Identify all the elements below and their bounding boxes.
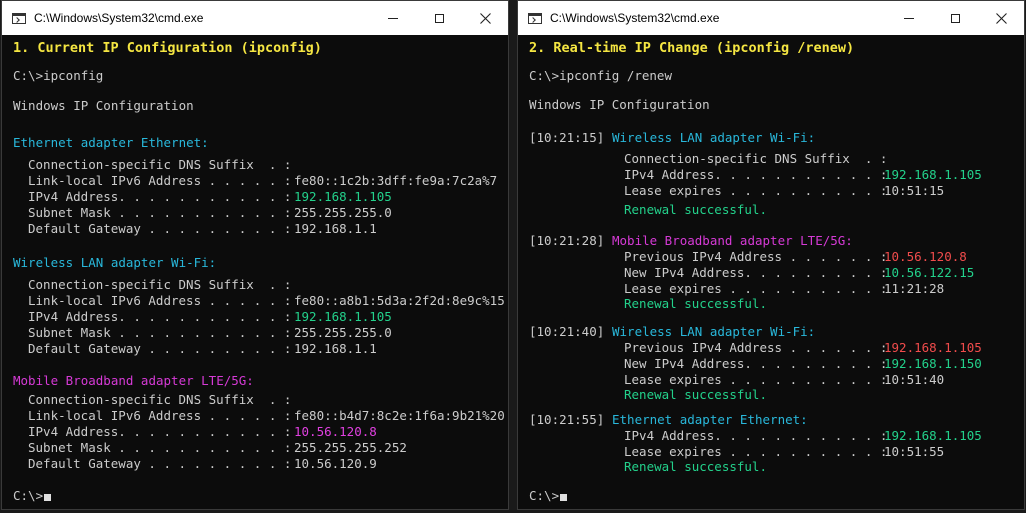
prev-ipv4-value: 10.56.120.8 [884,249,967,264]
command-line: C:\>ipconfig /renew [529,68,672,83]
event-timestamp: [10:21:15] [529,130,605,145]
cmd-window-left[interactable]: C:\Windows\System32\cmd.exe 1. Current I… [1,0,509,510]
command-prompt[interactable]: C:\> [13,488,52,503]
ipv4-label: IPv4 Address. . . . . . . . . . . : [624,167,888,182]
maximize-icon [434,13,444,23]
section-heading: 2. Real-time IP Change (ipconfig /renew) [529,40,855,56]
ipv6-label: Link-local IPv6 Address . . . . . : [28,408,292,423]
cmd-window-right[interactable]: C:\Windows\System32\cmd.exe 2. Real-time… [517,0,1025,510]
ipv4-value: 192.168.1.105 [884,428,982,443]
title-bar[interactable]: C:\Windows\System32\cmd.exe [2,1,508,35]
maximize-button[interactable] [416,1,462,35]
event-timestamp: [10:21:28] [529,233,605,248]
close-button[interactable] [462,1,508,35]
adapter-name: Ethernet adapter Ethernet: [13,135,209,150]
gateway-label: Default Gateway . . . . . . . . . : [28,341,292,356]
dns-suffix-line: Connection-specific DNS Suffix . : [28,392,292,407]
text-cursor [560,494,568,501]
renewal-status: Renewal successful. [624,296,767,311]
lease-value: 11:21:28 [884,281,945,296]
maximize-button[interactable] [932,1,978,35]
window-title: C:\Windows\System32\cmd.exe [34,11,204,25]
adapter-name: Ethernet adapter Ethernet: [612,412,808,427]
mask-value: 255.255.255.0 [294,205,392,220]
adapter-name: Wireless LAN adapter Wi-Fi: [612,324,816,339]
lease-label: Lease expires . . . . . . . . . . : [624,281,888,296]
minimize-icon [388,17,398,19]
text-cursor [44,494,52,501]
cmd-app-icon [12,12,26,24]
ipv4-value: 192.168.1.105 [884,167,982,182]
minimize-button[interactable] [370,1,416,35]
section-heading: 1. Current IP Configuration (ipconfig) [13,40,322,56]
minimize-button[interactable] [886,1,932,35]
console-output[interactable]: 2. Real-time IP Change (ipconfig /renew)… [518,35,1024,509]
ipv6-label: Link-local IPv6 Address . . . . . : [28,173,292,188]
prev-ipv4-value: 192.168.1.105 [884,340,982,355]
gateway-value: 192.168.1.1 [294,221,377,236]
adapter-name: Mobile Broadband adapter LTE/5G: [612,233,853,248]
lease-value: 10:51:40 [884,372,945,387]
new-ipv4-label: New IPv4 Address. . . . . . . . . : [624,356,888,371]
close-icon [479,12,491,24]
ipv4-value: 192.168.1.105 [294,189,392,204]
gateway-label: Default Gateway . . . . . . . . . : [28,221,292,236]
mask-label: Subnet Mask . . . . . . . . . . . : [28,325,292,340]
lease-label: Lease expires . . . . . . . . . . : [624,372,888,387]
output-title: Windows IP Configuration [529,97,710,112]
prompt-text: C:\> [529,488,560,503]
dns-suffix-line: Connection-specific DNS Suffix . : [28,277,292,292]
title-bar[interactable]: C:\Windows\System32\cmd.exe [518,1,1024,35]
ipv4-label: IPv4 Address. . . . . . . . . . . : [624,428,888,443]
renewal-status: Renewal successful. [624,202,767,217]
gateway-value: 192.168.1.1 [294,341,377,356]
window-title: C:\Windows\System32\cmd.exe [550,11,720,25]
new-ipv4-value: 192.168.1.150 [884,356,982,371]
prev-ipv4-label: Previous IPv4 Address . . . . . . : [624,340,888,355]
event-timestamp: [10:21:55] [529,412,605,427]
adapter-name: Mobile Broadband adapter LTE/5G: [13,373,254,388]
ipv6-value: fe80::a8b1:5d3a:2f2d:8e9c%15 [294,293,505,308]
new-ipv4-value: 10.56.122.15 [884,265,975,280]
dns-suffix-line: Connection-specific DNS Suffix . : [624,151,888,166]
cmd-app-icon [528,12,542,24]
prev-ipv4-label: Previous IPv4 Address . . . . . . : [624,249,888,264]
mask-value: 255.255.255.0 [294,325,392,340]
ipv6-label: Link-local IPv6 Address . . . . . : [28,293,292,308]
renewal-status: Renewal successful. [624,387,767,402]
command-line: C:\>ipconfig [13,68,104,83]
mask-value: 255.255.255.252 [294,440,407,455]
gateway-label: Default Gateway . . . . . . . . . : [28,456,292,471]
gateway-value: 10.56.120.9 [294,456,377,471]
mask-label: Subnet Mask . . . . . . . . . . . : [28,440,292,455]
ipv4-label: IPv4 Address. . . . . . . . . . . : [28,309,292,324]
close-icon [995,12,1007,24]
lease-label: Lease expires . . . . . . . . . . : [624,183,888,198]
renewal-status: Renewal successful. [624,459,767,474]
minimize-icon [904,17,914,19]
ipv6-value: fe80::b4d7:8c2e:1f6a:9b21%20 [294,408,505,423]
new-ipv4-label: New IPv4 Address. . . . . . . . . : [624,265,888,280]
ipv4-label: IPv4 Address. . . . . . . . . . . : [28,424,292,439]
lease-label: Lease expires . . . . . . . . . . : [624,444,888,459]
ipv6-value: fe80::1c2b:3dff:fe9a:7c2a%7 [294,173,498,188]
ipv4-value: 10.56.120.8 [294,424,377,439]
console-output[interactable]: 1. Current IP Configuration (ipconfig) C… [2,35,508,509]
lease-value: 10:51:55 [884,444,945,459]
mask-label: Subnet Mask . . . . . . . . . . . : [28,205,292,220]
command-prompt[interactable]: C:\> [529,488,568,503]
output-title: Windows IP Configuration [13,98,194,113]
event-timestamp: [10:21:40] [529,324,605,339]
prompt-text: C:\> [13,488,44,503]
dns-suffix-line: Connection-specific DNS Suffix . : [28,157,292,172]
maximize-icon [950,13,960,23]
adapter-name: Wireless LAN adapter Wi-Fi: [612,130,816,145]
lease-value: 10:51:15 [884,183,945,198]
close-button[interactable] [978,1,1024,35]
ipv4-value: 192.168.1.105 [294,309,392,324]
adapter-name: Wireless LAN adapter Wi-Fi: [13,255,217,270]
ipv4-label: IPv4 Address. . . . . . . . . . . : [28,189,292,204]
